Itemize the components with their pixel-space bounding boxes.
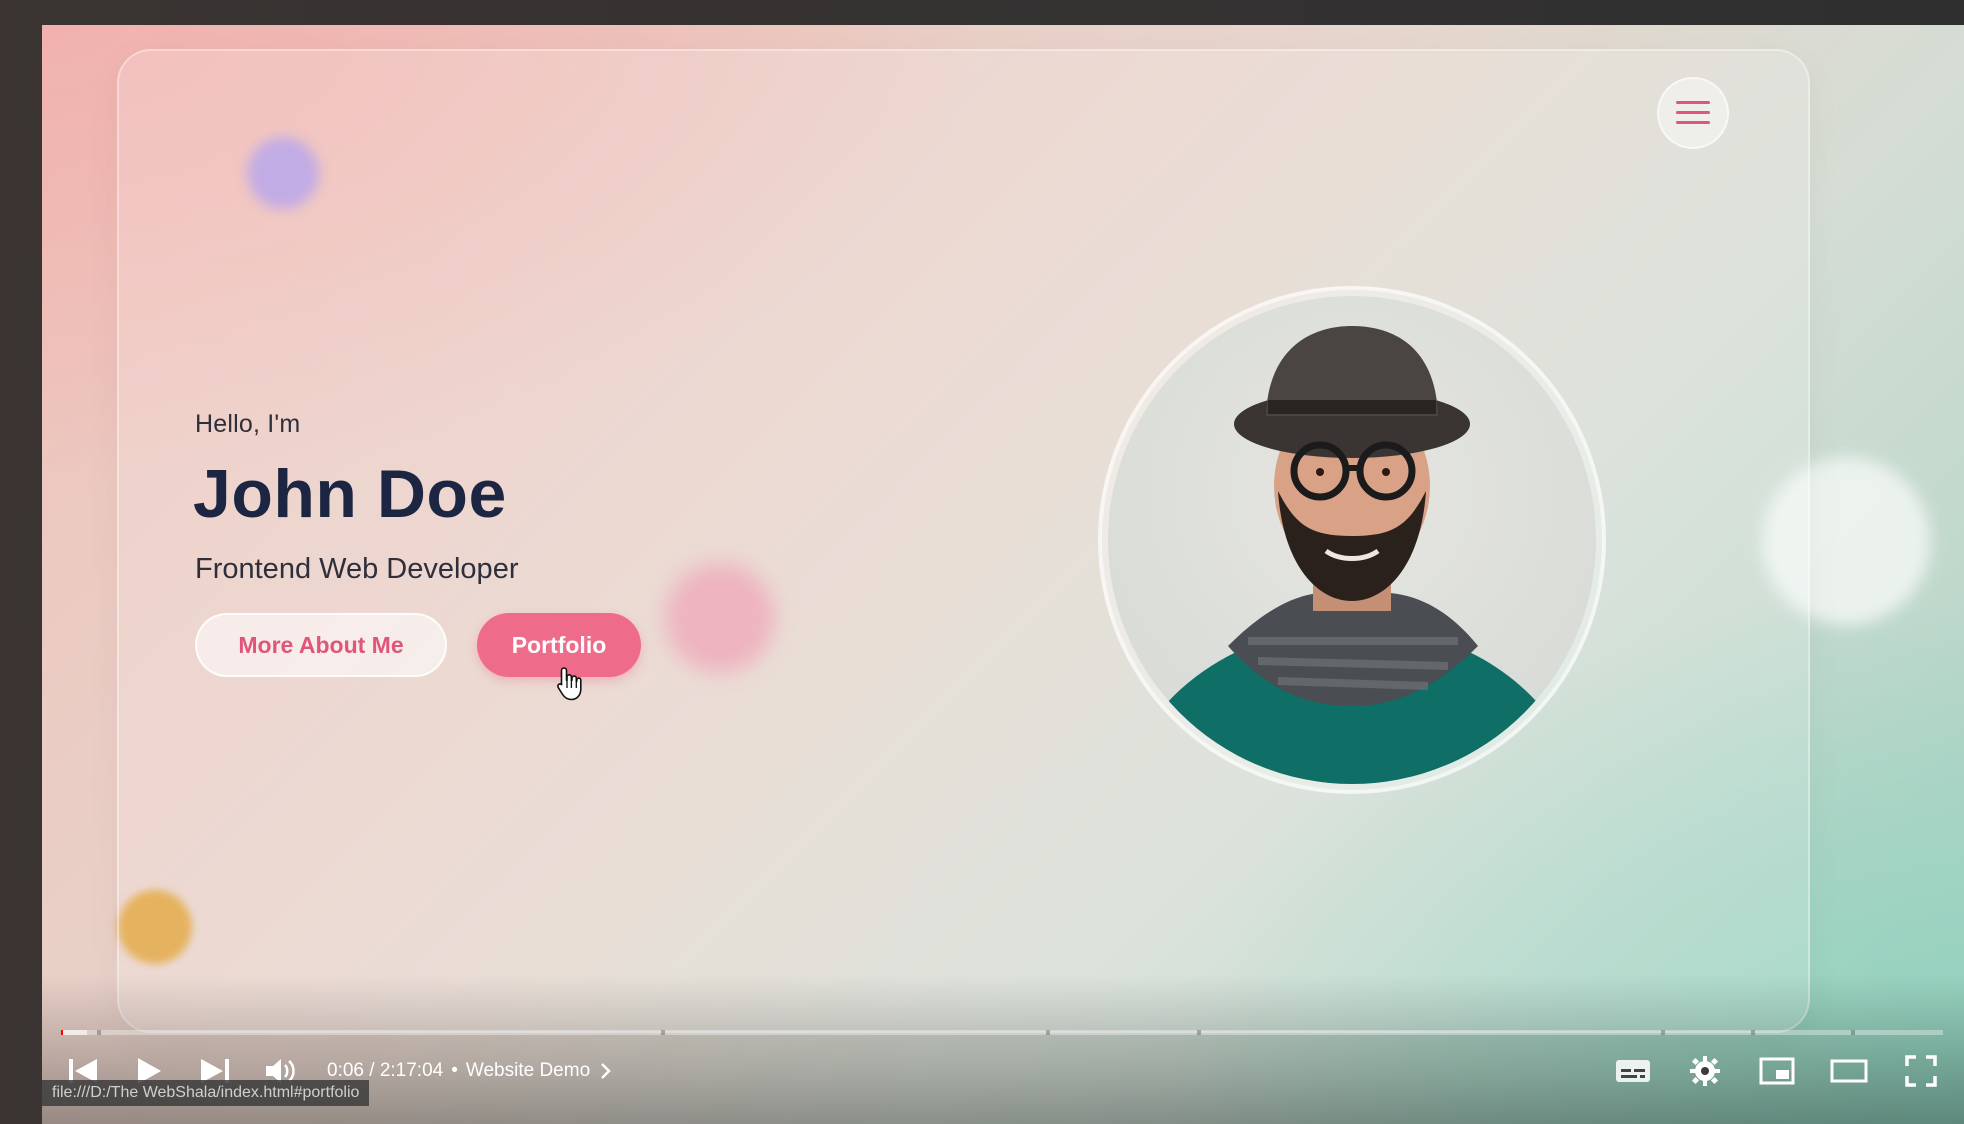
chapter-title[interactable]: Website Demo xyxy=(466,1060,616,1082)
hero-name: John Doe xyxy=(193,456,507,532)
chevron-right-icon xyxy=(601,1063,611,1079)
profile-photo xyxy=(1108,296,1596,784)
hand-pointer-icon xyxy=(557,667,582,701)
chapter-marker xyxy=(1046,1030,1050,1035)
time-display: 0:06 / 2:17:04 • xyxy=(327,1060,466,1082)
settings-gear-icon[interactable] xyxy=(1683,1049,1727,1093)
dot-separator: • xyxy=(451,1060,458,1081)
hero-role: Frontend Web Developer xyxy=(195,553,519,585)
miniplayer-icon[interactable] xyxy=(1755,1049,1799,1093)
hero-greeting: Hello, I'm xyxy=(195,410,301,438)
chapter-marker xyxy=(661,1030,665,1035)
current-time: 0:06 xyxy=(327,1060,364,1081)
theater-mode-icon[interactable] xyxy=(1827,1049,1871,1093)
fullscreen-icon[interactable] xyxy=(1899,1049,1943,1093)
video-progress-bar[interactable] xyxy=(61,1030,1943,1035)
chapter-marker xyxy=(1851,1030,1855,1035)
chapter-marker xyxy=(97,1030,101,1035)
more-about-me-button[interactable]: More About Me xyxy=(195,613,447,677)
hamburger-menu-icon xyxy=(1676,101,1710,125)
progress-loaded xyxy=(61,1030,88,1035)
chapter-marker xyxy=(1751,1030,1755,1035)
player-right-controls xyxy=(1583,1049,1943,1093)
duration: 2:17:04 xyxy=(379,1060,444,1081)
chapter-marker xyxy=(1661,1030,1665,1035)
menu-button[interactable] xyxy=(1657,77,1729,149)
time-separator: / xyxy=(369,1060,375,1081)
subtitles-icon[interactable] xyxy=(1611,1049,1655,1093)
progress-played xyxy=(61,1030,63,1035)
status-bar-url: file:///D:/The WebShala/index.html#portf… xyxy=(42,1080,370,1106)
profile-photo-frame xyxy=(1098,286,1606,794)
chapter-label: Website Demo xyxy=(465,1060,591,1081)
chapter-marker xyxy=(1197,1030,1201,1035)
